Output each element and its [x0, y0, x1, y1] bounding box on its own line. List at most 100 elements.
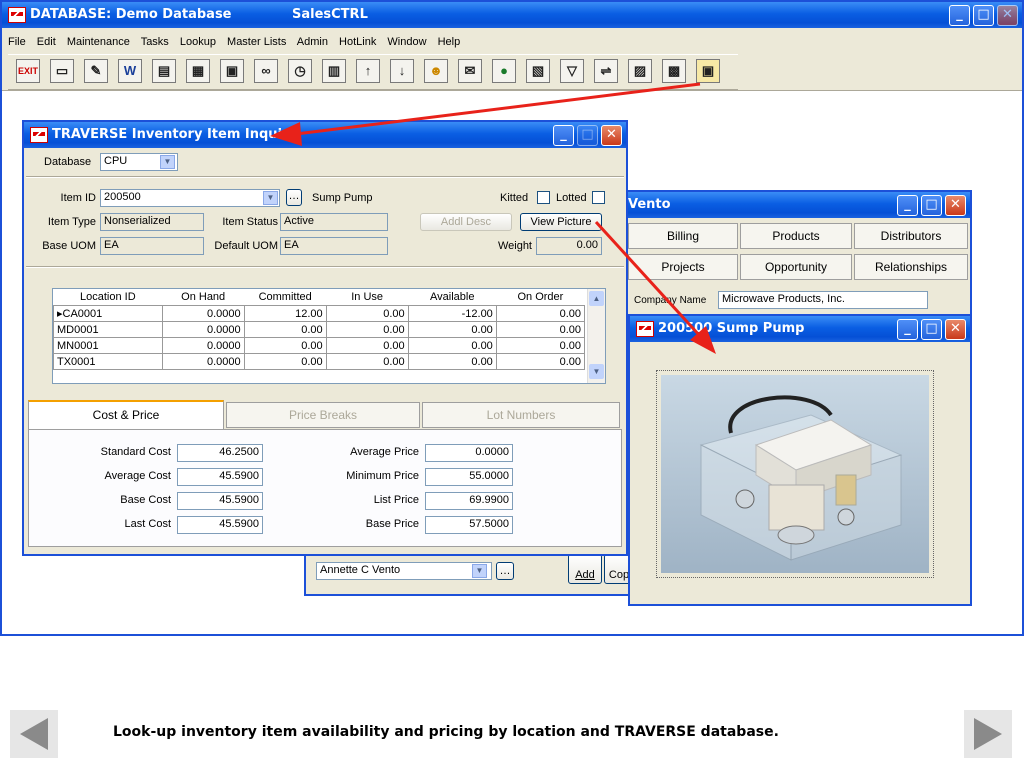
filter-icon[interactable]: ▽ [560, 59, 584, 83]
link-icon[interactable]: ⇌ [594, 59, 618, 83]
column-header[interactable]: Available [408, 289, 497, 306]
lookup-button[interactable]: … [496, 562, 514, 580]
divider [26, 176, 624, 178]
close-icon[interactable]: ✕ [997, 5, 1018, 26]
slide-caption: Look-up inventory item availability and … [113, 724, 779, 740]
tab-lot-numbers[interactable]: Lot Numbers [422, 402, 620, 428]
minimize-icon[interactable]: _ [949, 5, 970, 26]
database-icon[interactable]: ▩ [662, 59, 686, 83]
close-icon[interactable]: ✕ [945, 319, 966, 340]
menu-lookup[interactable]: Lookup [180, 36, 216, 48]
item-id-field[interactable]: 200500 [100, 189, 280, 207]
menu-edit[interactable]: Edit [37, 36, 56, 48]
maximize-icon[interactable]: □ [973, 5, 994, 26]
envelope-icon[interactable]: ✉ [458, 59, 482, 83]
grid-header: Location ID On Hand Committed In Use Ava… [53, 289, 585, 306]
app-name: SalesCTRL [292, 7, 368, 22]
grid-cell: MD0001 [53, 321, 163, 338]
company-name-field[interactable]: Microwave Products, Inc. [718, 291, 928, 309]
scroll-up-icon[interactable]: ▲ [589, 291, 604, 306]
menu-bar: File Edit Maintenance Tasks Lookup Maste… [8, 36, 468, 48]
kitted-checkbox[interactable] [537, 191, 550, 204]
person-icon[interactable]: ☻ [424, 59, 448, 83]
tab-opportunity[interactable]: Opportunity [740, 254, 852, 280]
report-icon[interactable]: ▨ [628, 59, 652, 83]
view-picture-button[interactable]: View Picture [520, 213, 602, 231]
close-icon[interactable]: ✕ [945, 195, 966, 216]
form-icon[interactable]: ▣ [220, 59, 244, 83]
grid-cell: 0.00 [495, 305, 586, 322]
tab-distributors[interactable]: Distributors [854, 223, 968, 249]
notepad-icon[interactable]: ▦ [186, 59, 210, 83]
inquiry-title-bar[interactable]: TRAVERSE Inventory Item Inquiry _ □ ✕ [24, 122, 626, 148]
menu-master-lists[interactable]: Master Lists [227, 36, 286, 48]
open-folder-icon[interactable]: ▭ [50, 59, 74, 83]
menu-admin[interactable]: Admin [297, 36, 328, 48]
calendar-icon[interactable]: ▥ [322, 59, 346, 83]
average-cost-label: Average Cost [104, 470, 171, 482]
table-row[interactable]: MD0001 0.0000 0.00 0.00 0.00 0.00 [53, 321, 586, 338]
maximize-icon[interactable]: □ [921, 319, 942, 340]
grid-cell: MN0001 [53, 337, 163, 354]
minimum-price-field: 55.0000 [425, 468, 513, 486]
table-row[interactable]: ▸CA0001 0.0000 12.00 0.00 -12.00 0.00 [53, 305, 586, 322]
close-icon[interactable]: ✕ [601, 125, 622, 146]
column-header[interactable]: On Hand [162, 289, 245, 306]
previous-slide-button[interactable] [10, 710, 58, 758]
tab-products[interactable]: Products [740, 223, 852, 249]
filing-cabinet-icon[interactable]: ▤ [152, 59, 176, 83]
binoculars-icon[interactable]: ∞ [254, 59, 278, 83]
menu-window[interactable]: Window [387, 36, 426, 48]
base-price-label: Base Price [365, 518, 419, 530]
table-row[interactable]: MN0001 0.0000 0.00 0.00 0.00 0.00 [53, 337, 586, 354]
minimum-price-label: Minimum Price [346, 470, 419, 482]
database-label: Database [44, 156, 92, 168]
minimize-icon[interactable]: _ [553, 125, 574, 146]
item-id-label: Item ID [60, 192, 96, 204]
chevron-down-icon[interactable]: ▼ [472, 564, 487, 578]
arrow-down-icon[interactable]: ↓ [390, 59, 414, 83]
minimize-icon[interactable]: _ [897, 195, 918, 216]
lotted-checkbox[interactable] [592, 191, 605, 204]
word-icon[interactable]: W [118, 59, 142, 83]
table-row[interactable]: TX0001 0.0000 0.00 0.00 0.00 0.00 [53, 353, 586, 370]
rep-select[interactable]: Annette C Vento [316, 562, 492, 580]
document-icon[interactable]: ▧ [526, 59, 550, 83]
menu-tasks[interactable]: Tasks [141, 36, 169, 48]
globe-icon[interactable]: ● [492, 59, 516, 83]
exit-icon[interactable]: EXIT [16, 59, 40, 83]
column-header[interactable]: Committed [244, 289, 327, 306]
chevron-down-icon[interactable]: ▼ [263, 191, 278, 205]
minimize-icon[interactable]: _ [897, 319, 918, 340]
tab-price-breaks[interactable]: Price Breaks [226, 402, 420, 428]
column-header[interactable]: On Order [496, 289, 585, 306]
scroll-down-icon[interactable]: ▼ [589, 364, 604, 379]
item-status-field: Active [280, 213, 388, 231]
menu-maintenance[interactable]: Maintenance [67, 36, 130, 48]
column-header[interactable]: Location ID [53, 289, 163, 306]
tab-cost-price[interactable]: Cost & Price [28, 400, 224, 430]
column-header[interactable]: In Use [326, 289, 409, 306]
arrow-up-icon[interactable]: ↑ [356, 59, 380, 83]
grid-scrollbar[interactable]: ▲ ▼ [587, 289, 605, 383]
maximize-icon[interactable]: □ [921, 195, 942, 216]
tab-panel: Standard Cost 46.2500 Average Cost 45.59… [28, 429, 622, 547]
tab-projects[interactable]: Projects [628, 254, 738, 280]
add-button[interactable]: Add [568, 554, 602, 584]
tab-billing[interactable]: Billing [628, 223, 738, 249]
edit-note-icon[interactable]: ✎ [84, 59, 108, 83]
chevron-down-icon[interactable]: ▼ [160, 155, 175, 169]
item-lookup-button[interactable]: … [286, 189, 302, 206]
clock-icon[interactable]: ◷ [288, 59, 312, 83]
standard-cost-label: Standard Cost [100, 446, 171, 458]
next-slide-button[interactable] [964, 710, 1012, 758]
menu-help[interactable]: Help [438, 36, 461, 48]
location-grid[interactable]: Location ID On Hand Committed In Use Ava… [52, 288, 606, 384]
main-title-bar[interactable]: DATABASE: Demo Database SalesCTRL _ □ ✕ [2, 2, 1022, 28]
picture-title-bar[interactable]: 200500 Sump Pump _ □ ✕ [630, 316, 970, 342]
tab-relationships[interactable]: Relationships [854, 254, 968, 280]
menu-file[interactable]: File [8, 36, 26, 48]
average-price-field: 0.0000 [425, 444, 513, 462]
menu-hotlink[interactable]: HotLink [339, 36, 376, 48]
picture-icon[interactable]: ▣ [696, 59, 720, 83]
